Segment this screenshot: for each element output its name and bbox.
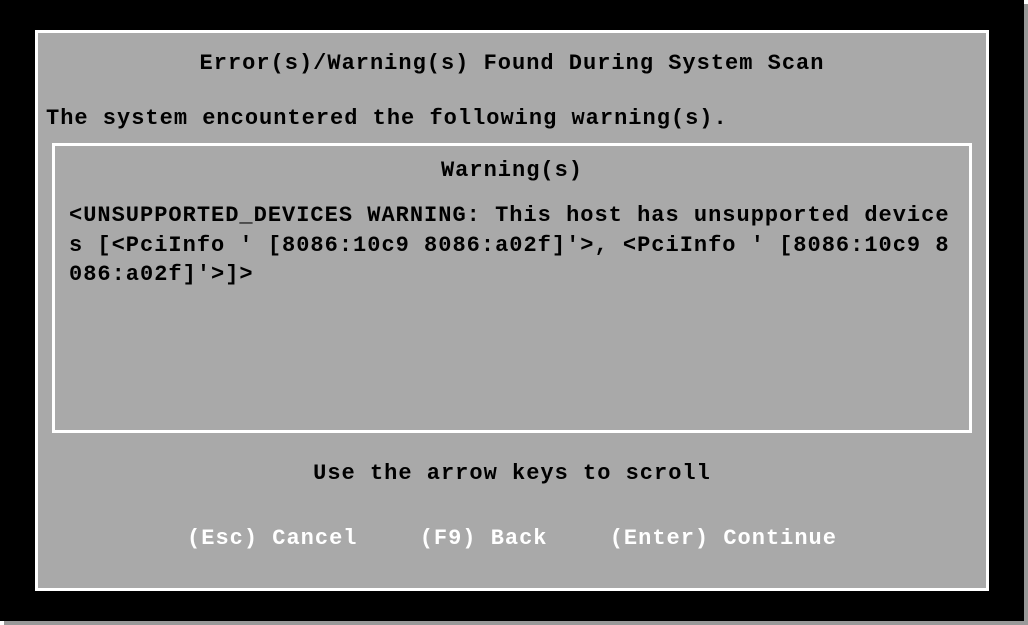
intro-text: The system encountered the following war… bbox=[46, 106, 978, 131]
system-scan-dialog: Error(s)/Warning(s) Found During System … bbox=[35, 30, 989, 591]
back-action[interactable]: (F9) Back bbox=[420, 526, 548, 551]
cancel-action[interactable]: (Esc) Cancel bbox=[187, 526, 357, 551]
warning-header: Warning(s) bbox=[69, 158, 955, 183]
warning-box[interactable]: Warning(s) <UNSUPPORTED_DEVICES WARNING:… bbox=[52, 143, 972, 433]
warning-body: <UNSUPPORTED_DEVICES WARNING: This host … bbox=[69, 201, 955, 290]
key-bar: (Esc) Cancel (F9) Back (Enter) Continue bbox=[46, 526, 978, 551]
terminal-screen: Error(s)/Warning(s) Found During System … bbox=[0, 0, 1024, 621]
scroll-hint: Use the arrow keys to scroll bbox=[46, 461, 978, 486]
dialog-title: Error(s)/Warning(s) Found During System … bbox=[46, 51, 978, 76]
continue-action[interactable]: (Enter) Continue bbox=[610, 526, 837, 551]
